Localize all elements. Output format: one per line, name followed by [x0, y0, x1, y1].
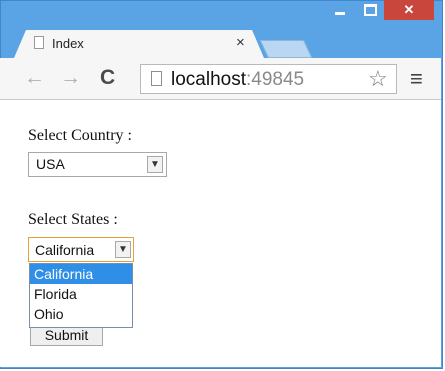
forward-arrow-icon[interactable]: → — [60, 66, 81, 90]
tab-title: Index — [52, 36, 84, 51]
maximize-icon — [363, 4, 377, 16]
close-window-button[interactable]: ✕ — [384, 0, 434, 20]
state-value: California — [35, 242, 95, 258]
maximize-button[interactable] — [356, 0, 384, 20]
tab-close-button[interactable]: × — [236, 34, 245, 51]
states-select[interactable]: California ▼ — [28, 237, 134, 262]
country-select[interactable]: USA ▼ — [28, 152, 167, 177]
reload-icon[interactable]: C — [100, 66, 115, 90]
state-option[interactable]: Florida — [30, 284, 132, 304]
url-host: localhost — [171, 69, 246, 90]
url-text[interactable]: localhost:49845 — [171, 69, 304, 91]
state-option[interactable]: California — [30, 264, 132, 284]
country-value: USA — [36, 156, 65, 172]
states-dropdown-list: California Florida Ohio — [29, 263, 133, 328]
minimize-button[interactable] — [326, 0, 354, 20]
bookmark-star-icon[interactable]: ☆ — [368, 66, 388, 92]
chevron-down-icon[interactable]: ▼ — [147, 156, 163, 173]
states-label: Select States : — [28, 211, 118, 228]
page-icon — [151, 71, 162, 86]
close-icon: ✕ — [403, 2, 415, 17]
country-label: Select Country : — [28, 127, 132, 144]
minimize-icon — [335, 11, 345, 15]
page-icon — [34, 36, 44, 49]
back-arrow-icon[interactable]: ← — [24, 66, 45, 90]
new-tab-button[interactable] — [259, 40, 313, 58]
menu-icon[interactable]: ≡ — [410, 66, 423, 92]
chevron-down-icon[interactable]: ▼ — [115, 241, 131, 258]
url-port: :49845 — [246, 69, 305, 90]
state-option[interactable]: Ohio — [30, 304, 132, 324]
